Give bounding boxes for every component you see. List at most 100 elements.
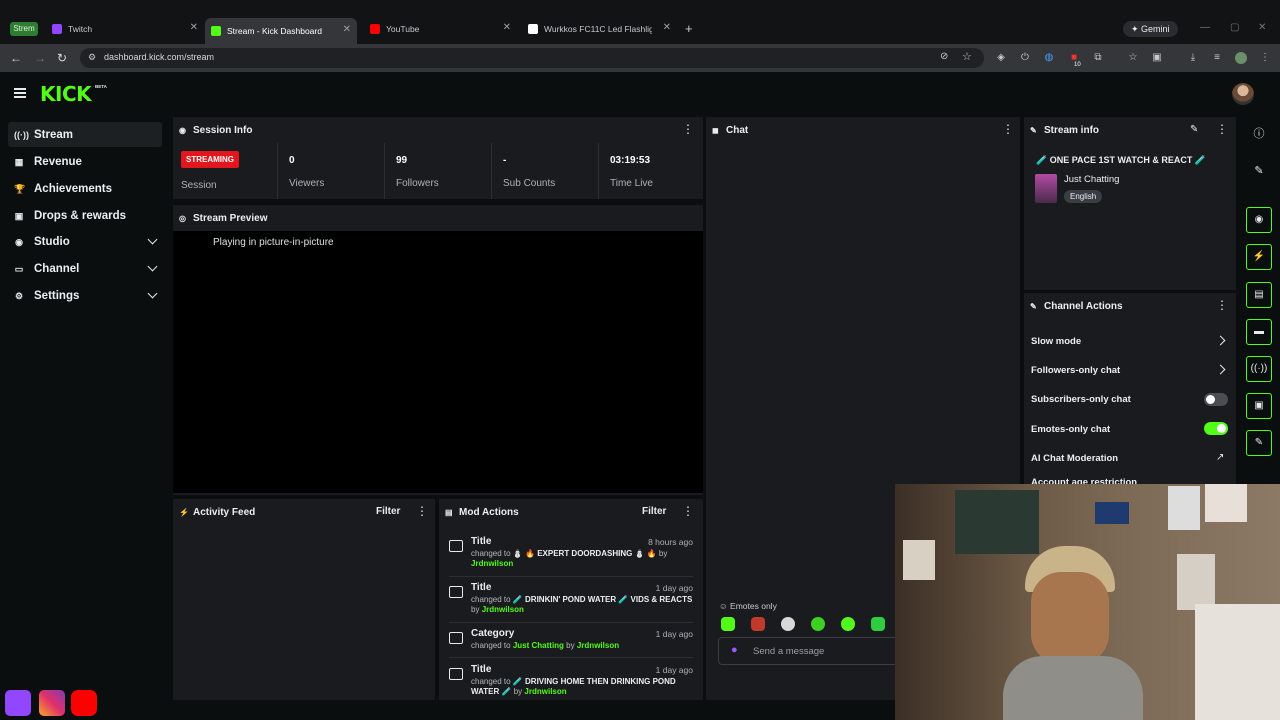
sidebar-item-achievements[interactable]: 🏆 Achievements <box>8 176 162 201</box>
split-view-icon[interactable]: ▣ <box>1151 52 1163 64</box>
audio-icon[interactable]: ◍ <box>1043 52 1055 64</box>
emote-kick-icon[interactable] <box>721 617 735 631</box>
camera-icon[interactable]: ▣ <box>1246 393 1272 419</box>
sidebar-item-studio[interactable]: ◉ Studio <box>8 229 162 254</box>
category-thumbnail[interactable] <box>1035 174 1057 203</box>
close-icon[interactable]: ✕ <box>190 22 198 33</box>
filter-button[interactable]: Filter <box>642 506 666 517</box>
account-age-row[interactable]: Account age restriction <box>1031 477 1137 484</box>
window-close-icon[interactable]: ✕ <box>1258 22 1266 33</box>
new-tab-button[interactable]: + <box>685 21 693 36</box>
url-input[interactable]: ⚙ dashboard.kick.com/stream ⊘ ☆ <box>80 48 984 68</box>
edit-pencil-icon[interactable]: ✎ <box>1190 124 1198 135</box>
tab-youtube[interactable]: YouTube ✕ <box>370 20 511 38</box>
username-link[interactable]: Jrdnwilson <box>577 641 619 650</box>
followers-only-row[interactable]: Followers-only chat <box>1031 365 1120 376</box>
desc-by: by <box>471 605 480 614</box>
broadcast-icon: ((·)) <box>14 129 29 140</box>
sidebar-item-stream[interactable]: ((·)) Stream <box>8 122 162 147</box>
sidebar-item-settings[interactable]: ⚙ Settings <box>8 283 162 308</box>
notes-icon[interactable]: ▤ <box>1246 282 1272 308</box>
subscribers-only-toggle[interactable] <box>1204 393 1228 406</box>
hamburger-menu-icon[interactable] <box>14 88 26 98</box>
edit-icon[interactable]: ✎ <box>1250 162 1268 180</box>
close-icon[interactable]: ✕ <box>503 22 511 33</box>
bookmarks-icon[interactable]: ☆ <box>1127 52 1139 64</box>
forward-icon[interactable]: → <box>34 51 46 65</box>
microphone-icon[interactable]: ● <box>731 644 738 656</box>
viewers-stat: 0 Viewers <box>277 143 384 199</box>
record-icon[interactable]: ◉ <box>1246 207 1272 233</box>
close-icon[interactable]: ✕ <box>663 22 671 33</box>
close-icon[interactable]: ✕ <box>343 24 351 35</box>
panel-title: Channel Actions <box>1044 300 1123 312</box>
menu-icon[interactable]: ⋮ <box>1259 52 1271 64</box>
emote-gear-icon[interactable] <box>841 617 855 631</box>
more-options-icon[interactable] <box>1216 298 1228 312</box>
more-options-icon[interactable] <box>1216 122 1228 136</box>
tab-wurkkos[interactable]: Wurkkos FC11C Led Flashlight | ✕ <box>528 20 671 38</box>
reload-icon[interactable]: ↻ <box>57 51 67 65</box>
site-info-icon[interactable]: ⚙ <box>88 52 96 63</box>
back-icon[interactable]: ← <box>10 51 22 65</box>
mod-action-title: Title <box>471 664 492 675</box>
url-text: dashboard.kick.com/stream <box>104 52 215 62</box>
tab-title: Stream - Kick Dashboard <box>227 26 322 36</box>
ublock-icon[interactable]: ■ 10 <box>1068 52 1081 68</box>
tab-twitch[interactable]: Twitch ✕ <box>52 20 198 38</box>
sidebar-item-revenue[interactable]: ▦ Revenue <box>8 149 162 174</box>
gemini-button[interactable]: ✦ Gemini <box>1123 21 1178 37</box>
ai-moderation-row[interactable]: AI Chat Moderation <box>1031 453 1118 464</box>
bookmark-star-icon[interactable]: ☆ <box>962 50 972 63</box>
emotes-only-toggle[interactable] <box>1204 422 1228 435</box>
power-icon[interactable]: ⏻ <box>1019 52 1031 64</box>
maximize-icon[interactable]: ▢ <box>1230 22 1239 33</box>
more-options-icon[interactable] <box>416 504 428 518</box>
minimize-icon[interactable]: — <box>1200 22 1210 33</box>
user-avatar[interactable] <box>1232 83 1254 105</box>
username-link[interactable]: Jrdnwilson <box>482 605 524 614</box>
session-info-panel: ◉ Session Info STREAMING Session 0 Viewe… <box>173 117 703 199</box>
more-options-icon[interactable] <box>1002 122 1014 136</box>
slow-mode-row[interactable]: Slow mode <box>1031 336 1081 347</box>
camera-off-icon[interactable]: ⊘ <box>940 51 948 62</box>
profile-avatar-icon[interactable] <box>1235 52 1247 64</box>
profile-badge[interactable]: Strem <box>10 22 38 36</box>
username-link[interactable]: Jrdnwilson <box>471 559 513 568</box>
stat-value: 03:19:53 <box>610 155 651 166</box>
sidebar-item-drops[interactable]: ▣ Drops & rewards <box>8 203 162 228</box>
info-icon[interactable]: ⓘ <box>1250 125 1268 143</box>
kick-logo[interactable]: KICK <box>40 82 92 106</box>
chat-bubble-icon[interactable]: ▬ <box>1246 319 1272 345</box>
stat-label: Time Live <box>610 178 653 189</box>
extension-icon[interactable]: ◈ <box>995 52 1007 64</box>
external-link-icon[interactable]: ↗ <box>1216 452 1224 463</box>
username-link[interactable]: Jrdnwilson <box>524 687 566 696</box>
download-icon[interactable]: ⤓ <box>1187 52 1199 64</box>
sidebar-item-label: Studio <box>34 235 70 248</box>
emote-skull-icon[interactable] <box>781 617 795 631</box>
wrench-icon[interactable]: ✎ <box>1246 430 1272 456</box>
more-options-icon[interactable] <box>682 504 694 518</box>
video-player[interactable]: Playing in picture-in-picture <box>173 231 703 493</box>
chevron-down-icon[interactable] <box>147 261 158 272</box>
lightning-icon[interactable]: ⚡ <box>1246 244 1272 270</box>
tab-title: Wurkkos FC11C Led Flashlight | <box>544 24 652 34</box>
stream-category[interactable]: Just Chatting <box>1064 174 1119 185</box>
category-link[interactable]: Just Chatting <box>513 641 564 650</box>
emote-angry-icon[interactable] <box>751 617 765 631</box>
tab-search-icon[interactable]: ≡ <box>1211 52 1223 64</box>
chevron-down-icon[interactable] <box>147 288 158 299</box>
broadcast-icon[interactable]: ((·)) <box>1246 356 1272 382</box>
more-options-icon[interactable] <box>682 122 694 136</box>
kick-header: KICK BETA <box>0 72 1280 116</box>
emote-frog-icon[interactable] <box>871 617 885 631</box>
chevron-down-icon[interactable] <box>147 234 158 245</box>
puzzle-icon[interactable]: ⧉ <box>1092 52 1104 64</box>
filter-button[interactable]: Filter <box>376 506 400 517</box>
chat-placeholder: Send a message <box>753 646 825 657</box>
tab-kick-dashboard[interactable]: Stream - Kick Dashboard ✕ <box>205 18 357 44</box>
emote-chat-icon[interactable] <box>811 617 825 631</box>
chat-message-input[interactable]: ● Send a message <box>718 637 918 665</box>
sidebar-item-channel[interactable]: ▭ Channel <box>8 256 162 281</box>
